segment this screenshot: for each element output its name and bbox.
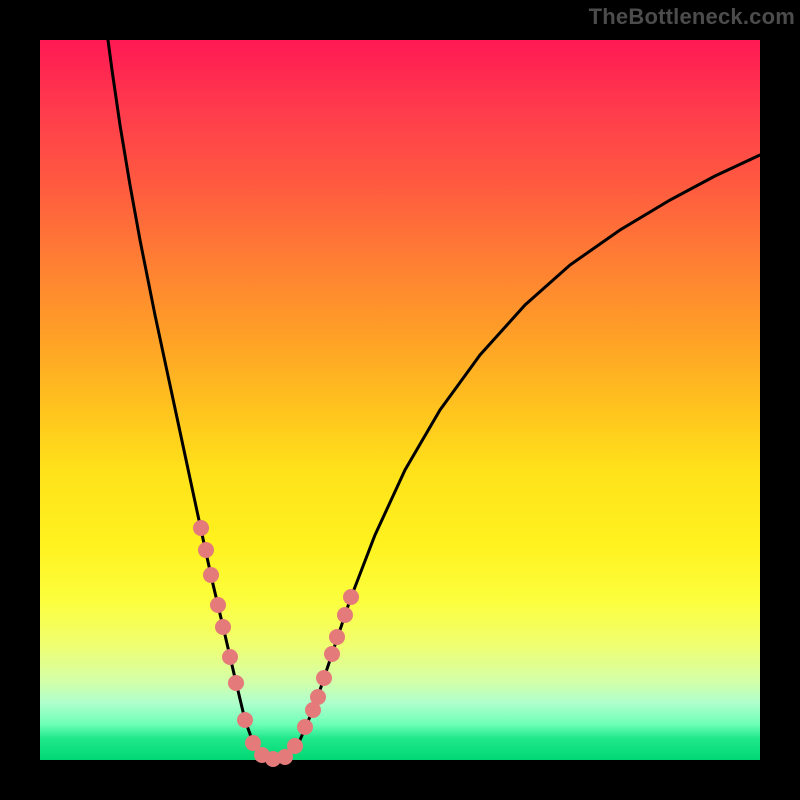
data-point-marker (329, 629, 345, 645)
data-point-marker (203, 567, 219, 583)
data-point-marker (228, 675, 244, 691)
data-point-marker (237, 712, 253, 728)
data-point-marker (324, 646, 340, 662)
curve-right (275, 155, 760, 760)
data-point-marker (337, 607, 353, 623)
data-point-marker (297, 719, 313, 735)
data-markers (193, 520, 359, 767)
data-point-marker (343, 589, 359, 605)
data-point-marker (193, 520, 209, 536)
data-point-marker (287, 738, 303, 754)
data-point-marker (316, 670, 332, 686)
chart-frame: TheBottleneck.com (0, 0, 800, 800)
data-point-marker (198, 542, 214, 558)
data-point-marker (222, 649, 238, 665)
curve-svg (40, 40, 760, 760)
data-point-marker (210, 597, 226, 613)
data-point-marker (310, 689, 326, 705)
data-point-marker (215, 619, 231, 635)
curve-left (108, 40, 275, 760)
watermark-text: TheBottleneck.com (589, 4, 795, 30)
plot-area (40, 40, 760, 760)
